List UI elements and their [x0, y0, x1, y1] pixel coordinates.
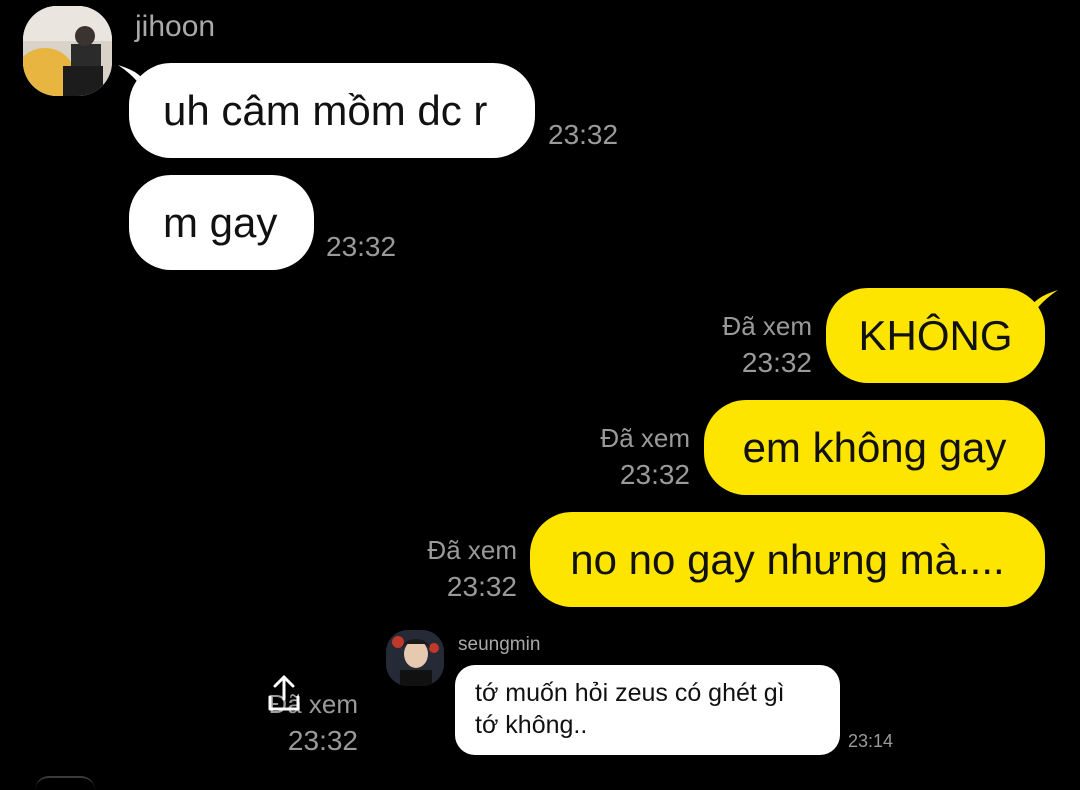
incoming-message-bubble[interactable]: uh câm mồm dc r: [129, 63, 535, 158]
message-text: m gay: [163, 198, 278, 246]
quoted-sender-avatar[interactable]: [386, 630, 444, 686]
outgoing-message-bubble[interactable]: no no gay nhưng mà....: [530, 512, 1045, 607]
outgoing-message-bubble[interactable]: KHÔNG: [826, 288, 1045, 383]
quoted-message-line: tớ muốn hỏi zeus có ghét gì: [475, 679, 785, 707]
message-time: 23:32: [548, 119, 619, 150]
message-meta: Đã xem 23:32: [600, 424, 690, 492]
message-text: em không gay: [742, 423, 1007, 471]
quoted-message-line: tớ không..: [475, 711, 588, 739]
quoted-message-time: 23:14: [848, 731, 894, 751]
read-status: Đã xem: [600, 423, 690, 453]
share-icon[interactable]: [266, 673, 302, 713]
sender-name: jihoon: [135, 10, 216, 43]
read-status: Đã xem: [722, 311, 812, 341]
quoted-sender-name: seungmin: [458, 634, 541, 655]
message-time: 23:32: [287, 725, 358, 756]
next-avatar-edge: [35, 776, 95, 790]
message-text: KHÔNG: [858, 311, 1013, 359]
read-status: Đã xem: [427, 535, 517, 565]
message-time: 23:32: [446, 571, 517, 602]
message-meta: Đã xem 23:32: [722, 312, 812, 380]
message-time: 23:32: [619, 459, 690, 490]
message-time: 23:32: [741, 347, 812, 378]
message-meta: Đã xem 23:32: [427, 536, 517, 604]
profile-photo-icon: [386, 630, 444, 686]
message-time: 23:32: [326, 231, 397, 262]
incoming-message-bubble[interactable]: m gay: [129, 175, 314, 270]
message-text: no no gay nhưng mà....: [570, 535, 1005, 583]
quoted-message-bubble[interactable]: tớ muốn hỏi zeus có ghét gì tớ không..: [455, 665, 840, 755]
message-text: uh câm mồm dc r: [163, 86, 488, 134]
profile-photo-icon: [23, 6, 112, 96]
outgoing-message-bubble[interactable]: em không gay: [704, 400, 1045, 495]
sender-avatar[interactable]: [23, 6, 112, 96]
